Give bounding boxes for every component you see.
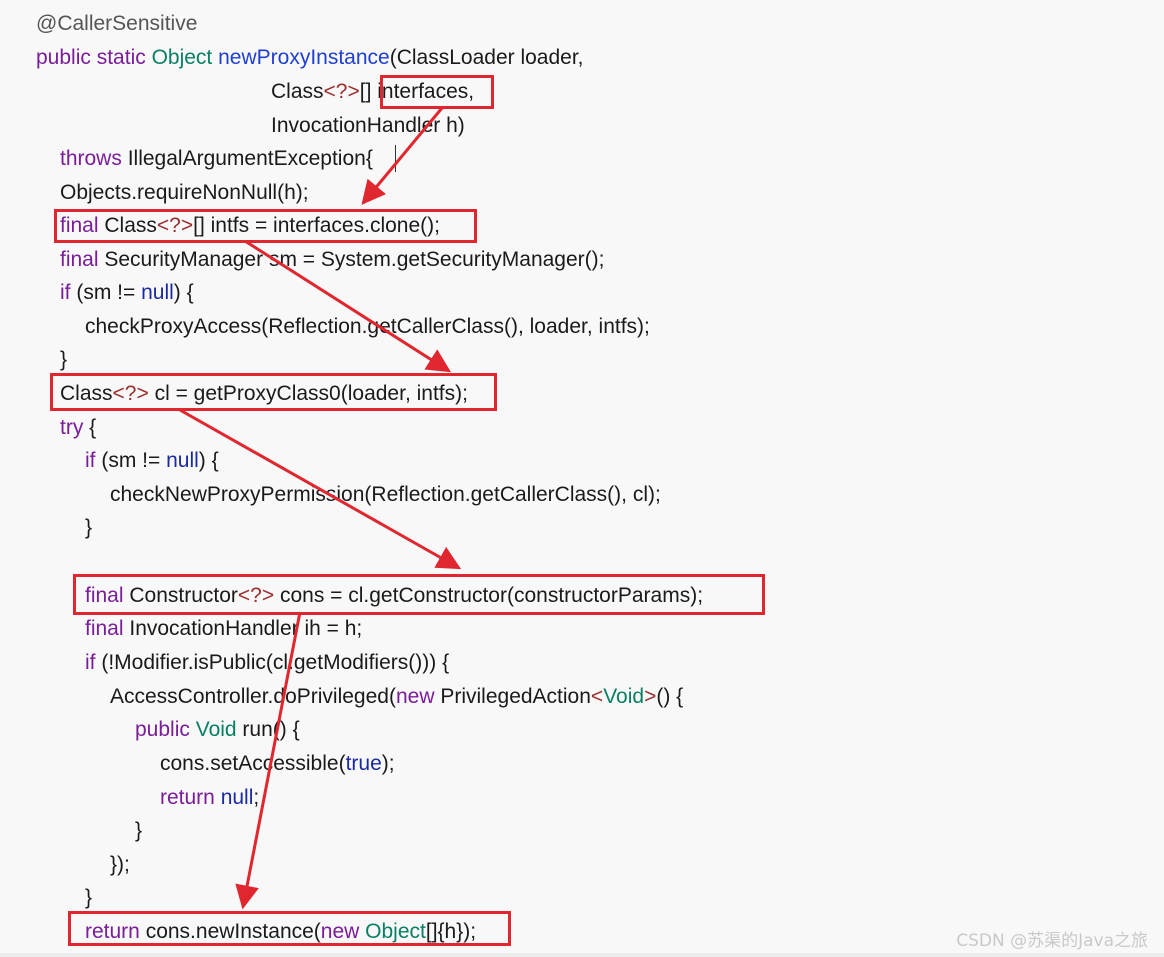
code-token: new <box>395 685 435 708</box>
code-line: final InvocationHandler ih = h; <box>85 612 362 646</box>
code-token: ); <box>381 752 395 775</box>
code-token: true <box>345 752 382 775</box>
code-line: cons.setAccessible(true); <box>160 747 395 781</box>
code-token: final <box>85 617 124 640</box>
code-token: run() { <box>236 718 300 741</box>
code-token: Object <box>151 46 213 69</box>
code-token: PrivilegedAction <box>434 685 591 708</box>
code-line: AccessController.doPrivileged(new Privil… <box>110 680 683 714</box>
code-line: checkProxyAccess(Reflection.getCallerCla… <box>85 310 650 344</box>
text-caret <box>395 145 396 172</box>
code-token: InvocationHandler ih = h; <box>123 617 363 640</box>
code-token: { <box>83 416 97 439</box>
code-line: } <box>60 343 67 377</box>
code-panel: @CallerSensitive public static Object new… <box>0 0 1164 957</box>
csdn-watermark: CSDN @苏渠的Java之旅 <box>956 931 1148 951</box>
code-token: null <box>166 449 199 472</box>
code-token: final <box>60 248 99 271</box>
highlight-box-get-constructor <box>73 574 765 615</box>
code-token: public <box>135 718 190 741</box>
highlight-box-new-instance <box>68 911 511 946</box>
code-token: (ClassLoader loader, <box>389 46 584 69</box>
code-line: } <box>135 814 142 848</box>
code-token: }); <box>110 853 130 876</box>
code-token: } <box>60 348 68 371</box>
code-line: public static Object newProxyInstance(Cl… <box>36 41 584 75</box>
code-token: throws <box>60 147 122 170</box>
code-line: } <box>85 511 92 545</box>
code-token: ) { <box>173 281 194 304</box>
code-token: > <box>644 685 657 708</box>
code-token: IllegalArgumentException{ <box>121 147 373 170</box>
code-token: null <box>141 281 174 304</box>
code-line: final SecurityManager sm = System.getSec… <box>60 243 604 277</box>
code-token: < <box>590 685 604 708</box>
code-line: } <box>85 881 92 915</box>
code-token: InvocationHandler h) <box>271 114 465 137</box>
code-line: Objects.requireNonNull(h); <box>60 176 309 210</box>
code-token: () { <box>656 685 684 708</box>
code-token: checkProxyAccess(Reflection.getCallerCla… <box>85 315 650 338</box>
code-token: ; <box>253 786 260 809</box>
code-line: if (sm != null) { <box>85 444 219 478</box>
code-token: cons.setAccessible( <box>160 752 346 775</box>
code-token: (sm != <box>95 449 167 472</box>
code-token: Void <box>195 718 237 741</box>
code-token: Void <box>603 685 645 708</box>
code-token: @CallerSensitive <box>36 12 198 35</box>
code-line: checkNewProxyPermission(Reflection.getCa… <box>110 478 661 512</box>
code-line: }); <box>110 848 130 882</box>
highlight-box-interfaces <box>380 75 494 109</box>
code-line: return null; <box>160 781 259 815</box>
code-line: try { <box>60 411 96 445</box>
code-line: InvocationHandler h) <box>271 109 465 143</box>
code-token: (!Modifier.isPublic(cl.getModifiers())) … <box>95 651 450 674</box>
code-token: <?> <box>323 80 360 103</box>
highlight-box-get-proxy-class <box>50 373 497 411</box>
code-token: if <box>60 281 71 304</box>
code-token: SecurityManager sm = System.getSecurityM… <box>98 248 605 271</box>
code-token: public <box>36 46 91 69</box>
code-token: null <box>220 786 254 809</box>
code-line: public Void run() { <box>135 713 300 747</box>
code-token: return <box>160 786 215 809</box>
code-token: } <box>135 819 143 842</box>
code-line: if (!Modifier.isPublic(cl.getModifiers()… <box>85 646 449 680</box>
code-token: AccessController.doPrivileged( <box>110 685 396 708</box>
code-token: (sm != <box>70 281 142 304</box>
code-token: Objects.requireNonNull(h); <box>60 181 309 204</box>
code-token: if <box>85 449 96 472</box>
code-token: checkNewProxyPermission(Reflection.getCa… <box>110 483 661 506</box>
code-token: try <box>60 416 84 439</box>
code-token: } <box>85 516 93 539</box>
highlight-box-intfs-clone <box>54 209 477 243</box>
code-line: @CallerSensitive <box>36 7 197 41</box>
code-token: } <box>85 886 93 909</box>
code-token: static <box>96 46 146 69</box>
code-line: if (sm != null) { <box>60 276 194 310</box>
code-token: ) { <box>198 449 219 472</box>
code-token: newProxyInstance <box>218 46 390 69</box>
code-token: Class <box>271 80 324 103</box>
code-line: throws IllegalArgumentException{ <box>60 142 373 176</box>
code-token: if <box>85 651 96 674</box>
